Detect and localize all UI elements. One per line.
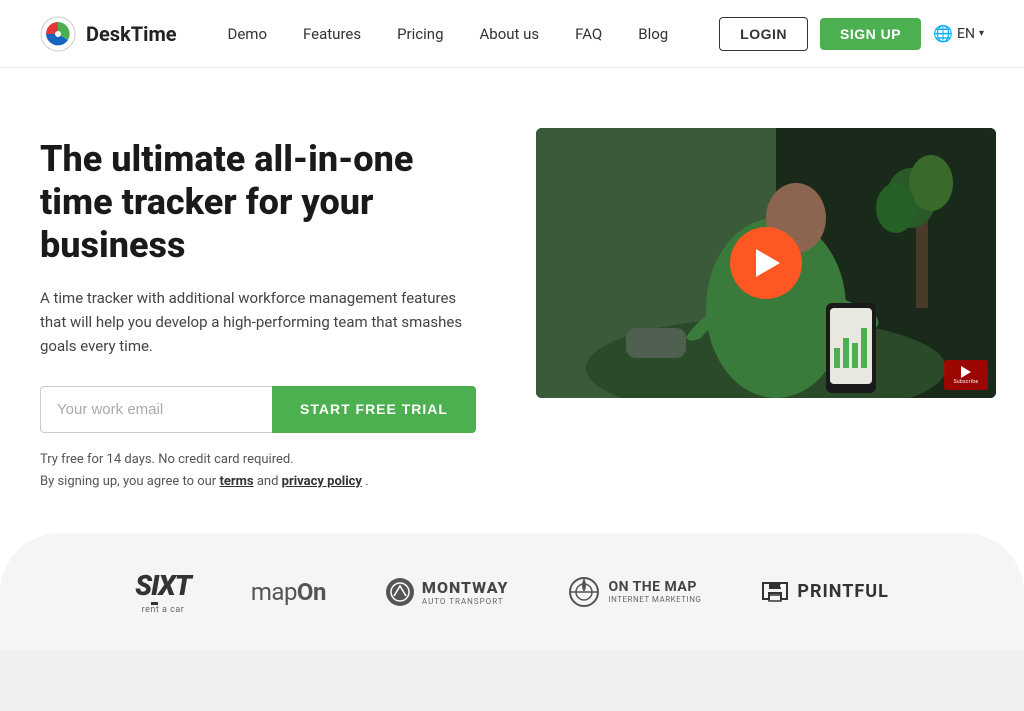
desktime-logo-icon [40, 16, 76, 52]
logo-area: DeskTime [40, 16, 177, 52]
privacy-link[interactable]: privacy policy [282, 474, 362, 489]
logos-section: SIXT rent a car mapOn MONTWAY AUTO TRANS… [0, 533, 1024, 651]
montway-subtitle: AUTO TRANSPORT [422, 597, 509, 606]
onthemap-text: ON THE MAP INTERNET MARKETING [608, 579, 701, 604]
cta-row: START FREE TRIAL [40, 386, 476, 433]
lang-label: EN [957, 26, 975, 42]
play-triangle-icon [756, 249, 780, 277]
navbar: DeskTime Demo Features Pricing About us … [0, 0, 1024, 68]
globe-icon: 🌐 [933, 24, 953, 43]
montway-text: MONTWAY AUTO TRANSPORT [422, 578, 509, 606]
nav-link-pricing[interactable]: Pricing [397, 25, 443, 43]
signup-button[interactable]: SIGN UP [820, 18, 921, 50]
nav-link-about[interactable]: About us [480, 25, 540, 43]
logo-onthemap: ON THE MAP INTERNET MARKETING [568, 576, 701, 608]
youtube-play-icon [961, 366, 971, 378]
onthemap-logo: ON THE MAP INTERNET MARKETING [568, 576, 701, 608]
terms-link[interactable]: terms [219, 474, 253, 489]
nav-link-blog[interactable]: Blog [638, 25, 668, 43]
nav-link-demo[interactable]: Demo [228, 25, 268, 43]
montway-svg [390, 582, 410, 602]
hero-section: The ultimate all-in-one time tracker for… [0, 68, 1024, 533]
logo-text: DeskTime [86, 22, 177, 46]
printful-logo: PRINTFUL [761, 581, 888, 603]
montway-icon [386, 578, 414, 606]
printful-icon [761, 581, 789, 603]
hero-video[interactable]: Subscribe [536, 128, 996, 398]
start-trial-button[interactable]: START FREE TRIAL [272, 386, 476, 433]
mapon-logo: mapOn [251, 578, 326, 606]
login-button[interactable]: LOGIN [719, 17, 808, 51]
nav-link-faq[interactable]: FAQ [575, 25, 602, 43]
video-play-button[interactable] [730, 227, 802, 299]
hero-subtitle: A time tracker with additional workforce… [40, 286, 476, 358]
youtube-badge-inner: Subscribe [954, 366, 979, 385]
logo-montway: MONTWAY AUTO TRANSPORT [386, 578, 509, 606]
printful-text: PRINTFUL [797, 581, 888, 602]
onthemap-title: ON THE MAP [608, 579, 701, 595]
trial-note: Try free for 14 days. No credit card req… [40, 449, 476, 493]
email-input[interactable] [40, 386, 272, 433]
montway-title: MONTWAY [422, 578, 509, 597]
hero-title: The ultimate all-in-one time tracker for… [40, 138, 476, 268]
logo-mapon: mapOn [251, 578, 326, 606]
chevron-down-icon: ▾ [979, 28, 984, 39]
navbar-right: LOGIN SIGN UP 🌐 EN ▾ [719, 17, 984, 51]
montway-logo: MONTWAY AUTO TRANSPORT [386, 578, 509, 606]
hero-left: The ultimate all-in-one time tracker for… [40, 128, 476, 493]
period: . [365, 474, 368, 489]
onthemap-subtitle: INTERNET MARKETING [608, 595, 701, 604]
logo-sixt: SIXT rent a car [135, 569, 191, 615]
sixt-sub: rent a car [142, 605, 185, 615]
and-text: and [257, 474, 282, 489]
bottom-gray-area [0, 651, 1024, 711]
youtube-badge: Subscribe [944, 360, 988, 390]
trial-note-line1: Try free for 14 days. No credit card req… [40, 452, 294, 467]
language-selector[interactable]: 🌐 EN ▾ [933, 24, 984, 43]
trial-note-line2: By signing up, you agree to our [40, 474, 216, 489]
logo-printful: PRINTFUL [761, 581, 888, 603]
nav-link-features[interactable]: Features [303, 25, 361, 43]
sixt-logo: SIXT [135, 569, 191, 605]
onthemap-icon [568, 576, 600, 608]
nav-links: Demo Features Pricing About us FAQ Blog [228, 25, 669, 43]
youtube-text: Subscribe [954, 379, 979, 385]
video-scene: Subscribe [536, 128, 996, 398]
